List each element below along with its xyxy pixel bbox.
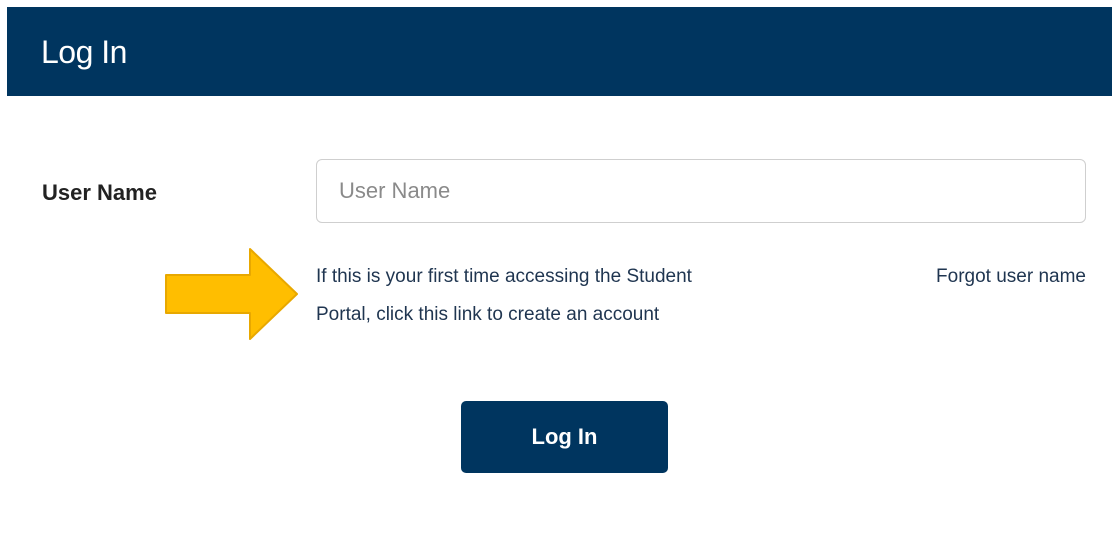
username-input[interactable] xyxy=(316,159,1086,223)
page-title: Log In xyxy=(41,34,127,70)
header-bar: Log In xyxy=(7,7,1112,96)
right-arrow-icon xyxy=(165,248,298,340)
create-account-link[interactable]: If this is your first time accessing the… xyxy=(316,258,716,334)
login-button[interactable]: Log In xyxy=(461,401,668,473)
username-label: User Name xyxy=(42,180,157,205)
login-page: Log In User Name If this is your first t… xyxy=(0,0,1112,539)
forgot-username-link[interactable]: Forgot user name xyxy=(936,258,1086,296)
